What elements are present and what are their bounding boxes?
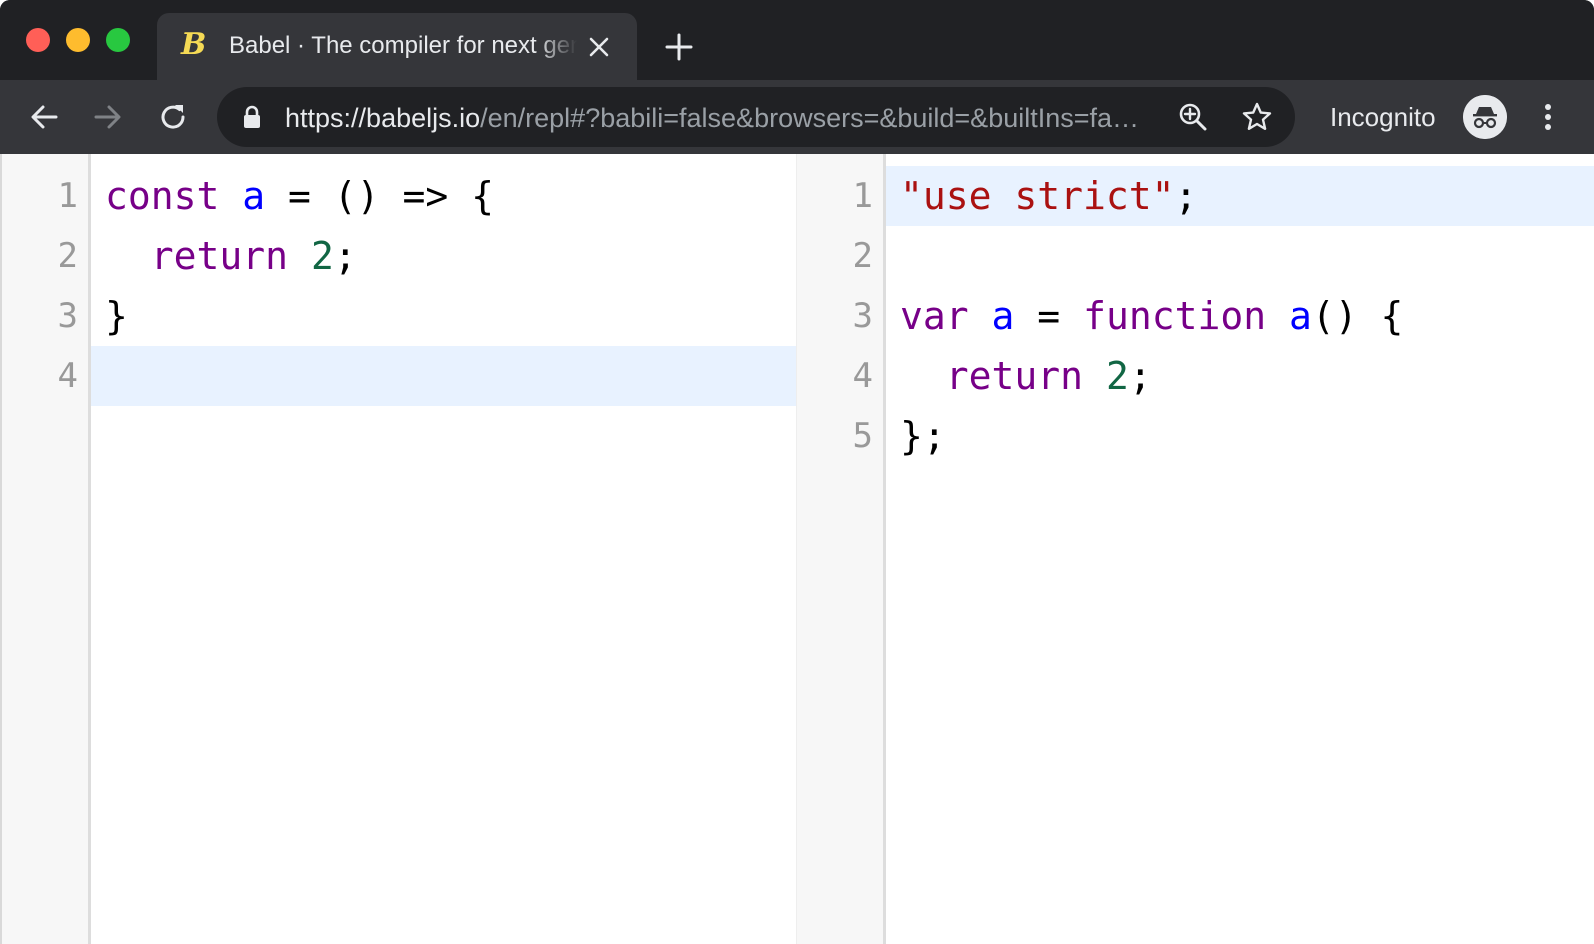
code-token: ; [1128,354,1152,398]
lock-icon[interactable] [241,105,263,129]
output-editor[interactable]: 1 "use strict"; 2 3 var a = function a() {4 … [797,154,1594,944]
code-token: 2 [310,234,334,278]
code-token: ; [1174,174,1198,218]
kebab-menu-icon[interactable] [1530,99,1566,135]
star-icon[interactable] [1241,101,1273,133]
line-number: 3 [852,296,873,336]
code-line[interactable]: 5}; [797,406,1594,466]
output-code-lines[interactable]: 1 "use strict"; 2 3 var a = function a() {4 … [797,166,1594,466]
incognito-icon[interactable] [1463,95,1507,139]
forward-arrow-icon[interactable] [90,99,126,135]
code-token: }; [900,414,946,458]
code-text[interactable]: return 2; [886,346,1594,406]
code-token: a [991,294,1015,338]
browser-toolbar: https://babeljs.io/en/repl#?babili=false… [0,80,1594,154]
code-token: function [1083,294,1267,338]
window-close-button[interactable] [26,28,50,52]
code-token: 2 [1105,354,1129,398]
window-minimize-button[interactable] [66,28,90,52]
code-text[interactable]: return 2; [91,226,796,286]
window-zoom-button[interactable] [106,28,130,52]
url-host: babeljs.io [366,103,481,133]
code-line[interactable]: 4 [2,346,796,406]
code-text[interactable] [886,226,1594,286]
close-icon[interactable] [585,33,613,61]
code-text[interactable]: const a = () => { [91,166,796,226]
line-number: 3 [57,296,78,336]
tab-title: Babel · The compiler for next generation… [229,32,577,59]
code-text[interactable]: } [91,286,796,346]
line-number: 1 [852,176,873,216]
code-line[interactable]: 2 [797,226,1594,286]
code-text[interactable]: "use strict"; [886,166,1594,226]
input-editor[interactable]: 1 const a = () => {2 return 2; 3} 4 [2,154,797,944]
line-number: 4 [57,356,78,396]
url-path: /en/repl#?babili=false&browsers=&build=&… [480,103,1145,133]
code-token: ; [333,234,357,278]
zoom-icon[interactable] [1177,101,1209,133]
code-token: return [945,354,1084,398]
tab-strip: B Babel · The compiler for next generati… [0,0,1594,80]
url-scheme: https:// [285,103,367,133]
code-line[interactable]: 4 return 2; [797,346,1594,406]
line-number: 5 [852,416,873,456]
code-token: const [105,174,220,218]
babel-favicon-icon: B [181,27,207,62]
code-text[interactable] [91,346,796,406]
code-token: a [242,174,266,218]
code-line[interactable]: 1 "use strict"; [797,166,1594,226]
input-code-lines[interactable]: 1 const a = () => {2 return 2; 3} 4 [2,166,796,406]
address-bar[interactable]: https://babeljs.io/en/repl#?babili=false… [217,87,1295,147]
code-line[interactable]: 1 const a = () => { [2,166,796,226]
page-content: 1 const a = () => {2 return 2; 3} 4 1 "use s… [0,154,1594,944]
code-token: = () => { [265,174,494,218]
incognito-label[interactable]: Incognito [1330,102,1436,132]
code-text[interactable]: var a = function a() { [886,286,1594,346]
code-token: var [900,294,969,338]
code-token: a [1288,294,1312,338]
url-text[interactable]: https://babeljs.io/en/repl#?babili=false… [285,102,1145,134]
tab-babel[interactable]: B Babel · The compiler for next generati… [157,13,637,80]
line-number: 2 [852,236,873,276]
code-token: } [105,294,128,338]
browser-window: B Babel · The compiler for next generati… [0,0,1594,944]
code-token: () { [1311,294,1404,338]
line-number: 1 [57,176,78,216]
code-line[interactable]: 3 var a = function a() { [797,286,1594,346]
code-line[interactable]: 3} [2,286,796,346]
line-number: 4 [852,356,873,396]
code-token: return [150,234,289,278]
reload-icon[interactable] [155,99,191,135]
code-text[interactable]: }; [886,406,1594,466]
back-arrow-icon[interactable] [26,99,62,135]
plus-icon[interactable] [664,32,694,62]
code-token: "use strict" [900,174,1175,218]
code-token: = [1014,294,1084,338]
line-number: 2 [57,236,78,276]
code-line[interactable]: 2 return 2; [2,226,796,286]
